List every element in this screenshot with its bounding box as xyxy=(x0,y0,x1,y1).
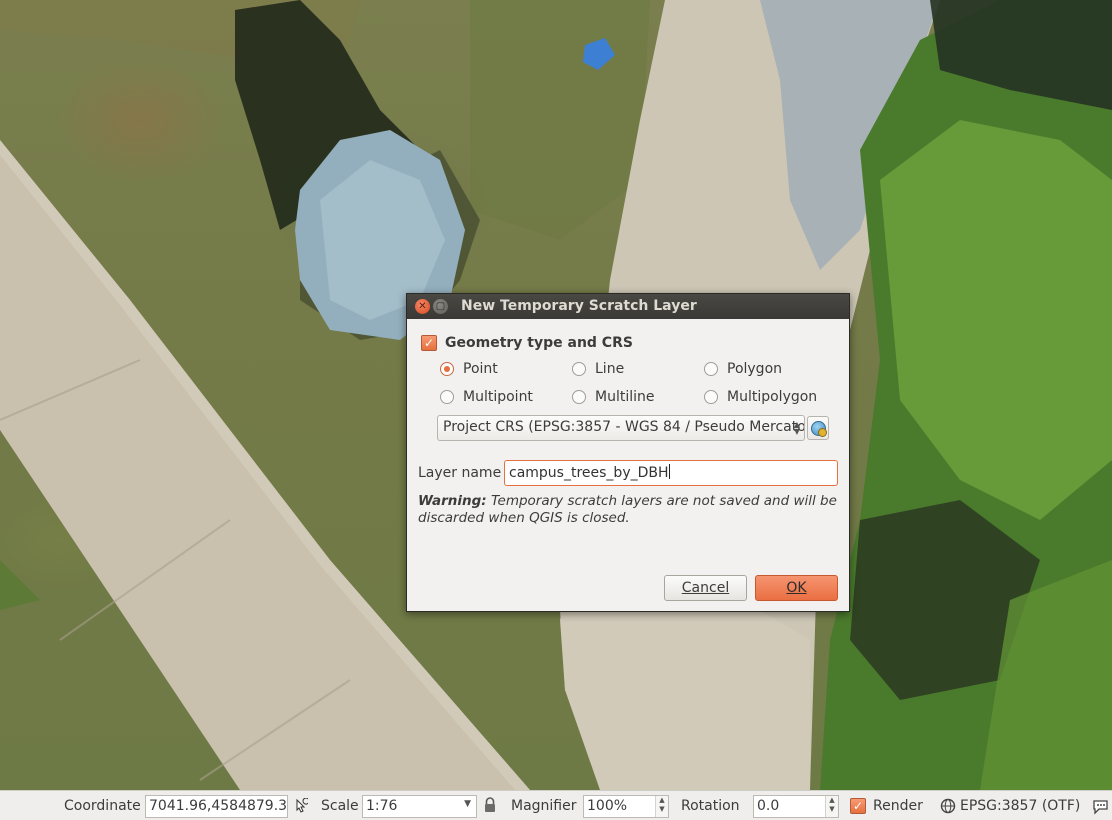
geometry-option-label: Polygon xyxy=(727,361,783,377)
dropdown-arrow-icon: ▼ xyxy=(464,799,471,809)
geometry-option-multiline[interactable]: Multiline xyxy=(572,388,655,406)
magnifier-label: Magnifier xyxy=(511,798,577,814)
coordinate-field[interactable]: 7041.96,4584879.34 xyxy=(145,795,288,818)
layer-name-value: campus_trees_by_DBH xyxy=(509,465,669,481)
geometry-option-label: Line xyxy=(595,361,625,377)
geometry-option-label: Multipoint xyxy=(463,389,533,405)
close-icon[interactable]: ✕ xyxy=(415,299,430,314)
crs-status-label[interactable]: EPSG:3857 (OTF) xyxy=(960,798,1080,814)
dialog-title: New Temporary Scratch Layer xyxy=(461,298,697,314)
scale-label: Scale xyxy=(321,798,359,814)
radio-button[interactable] xyxy=(440,390,454,404)
cancel-label: Cancel xyxy=(681,580,730,596)
dialog-titlebar[interactable]: ✕ ▢ New Temporary Scratch Layer xyxy=(407,294,849,319)
geometry-option-line[interactable]: Line xyxy=(572,360,624,378)
new-scratch-layer-dialog: ✕ ▢ New Temporary Scratch Layer ✓ Geomet… xyxy=(406,293,850,612)
crs-select-value: Project CRS (EPSG:3857 - WGS 84 / Pseudo… xyxy=(443,419,805,435)
rotation-label: Rotation xyxy=(681,798,740,814)
layer-name-input[interactable]: campus_trees_by_DBH xyxy=(504,460,838,486)
geometry-group-checkbox[interactable]: ✓ xyxy=(421,335,437,351)
layer-name-label: Layer name xyxy=(418,465,502,481)
coordinate-toggle-icon[interactable] xyxy=(292,798,308,814)
crs-select[interactable]: Project CRS (EPSG:3857 - WGS 84 / Pseudo… xyxy=(437,415,805,441)
magnifier-value: 100% xyxy=(587,798,628,814)
render-checkbox[interactable]: ✓ xyxy=(850,798,866,814)
spinner-arrows-icon[interactable]: ▲ ▼ xyxy=(655,796,668,817)
radio-button[interactable] xyxy=(572,390,586,404)
render-label: Render xyxy=(873,798,923,814)
text-caret xyxy=(668,464,670,479)
geometry-option-label: Multipolygon xyxy=(727,389,818,405)
warning-prefix: Warning: xyxy=(418,493,487,509)
radio-button[interactable] xyxy=(704,362,718,376)
geometry-option-multipolygon[interactable]: Multipolygon xyxy=(704,388,817,406)
spinner-arrows-icon[interactable]: ▲ ▼ xyxy=(825,796,838,817)
rotation-value: 0.0 xyxy=(757,798,780,814)
gear-icon xyxy=(818,428,827,437)
magnifier-spinbox[interactable]: 100% ▲ ▼ xyxy=(583,795,669,818)
radio-button[interactable] xyxy=(704,390,718,404)
geometry-option-label: Point xyxy=(463,361,498,377)
geometry-option-polygon[interactable]: Polygon xyxy=(704,360,782,378)
ok-label: OK xyxy=(786,580,807,596)
scale-lock-icon[interactable] xyxy=(483,797,497,814)
radio-button[interactable] xyxy=(572,362,586,376)
maximize-icon[interactable]: ▢ xyxy=(433,299,448,314)
rotation-spinbox[interactable]: 0.0 ▲ ▼ xyxy=(753,795,839,818)
status-bar: Coordinate 7041.96,4584879.34 Scale 1:76… xyxy=(0,790,1112,820)
scale-value: 1:76 xyxy=(366,798,398,814)
geometry-group-title: Geometry type and CRS xyxy=(445,335,633,351)
geometry-group-header[interactable]: ✓ Geometry type and CRS xyxy=(421,334,633,352)
coordinate-label: Coordinate xyxy=(64,798,141,814)
messages-icon[interactable] xyxy=(1092,799,1110,815)
scale-combobox[interactable]: 1:76 ▼ xyxy=(362,795,477,818)
select-crs-button[interactable] xyxy=(807,416,829,440)
warning-text: Warning: Temporary scratch layers are no… xyxy=(418,493,838,527)
geometry-option-label: Multiline xyxy=(595,389,655,405)
coordinate-value: 7041.96,4584879.34 xyxy=(149,798,288,814)
cancel-button[interactable]: Cancel xyxy=(664,575,747,601)
updown-arrows-icon: ▲ ▼ xyxy=(793,420,800,436)
geometry-option-multipoint[interactable]: Multipoint xyxy=(440,388,533,406)
projection-icon[interactable] xyxy=(940,798,956,814)
radio-button[interactable] xyxy=(440,362,454,376)
geometry-option-point[interactable]: Point xyxy=(440,360,498,378)
ok-button[interactable]: OK xyxy=(755,575,838,601)
